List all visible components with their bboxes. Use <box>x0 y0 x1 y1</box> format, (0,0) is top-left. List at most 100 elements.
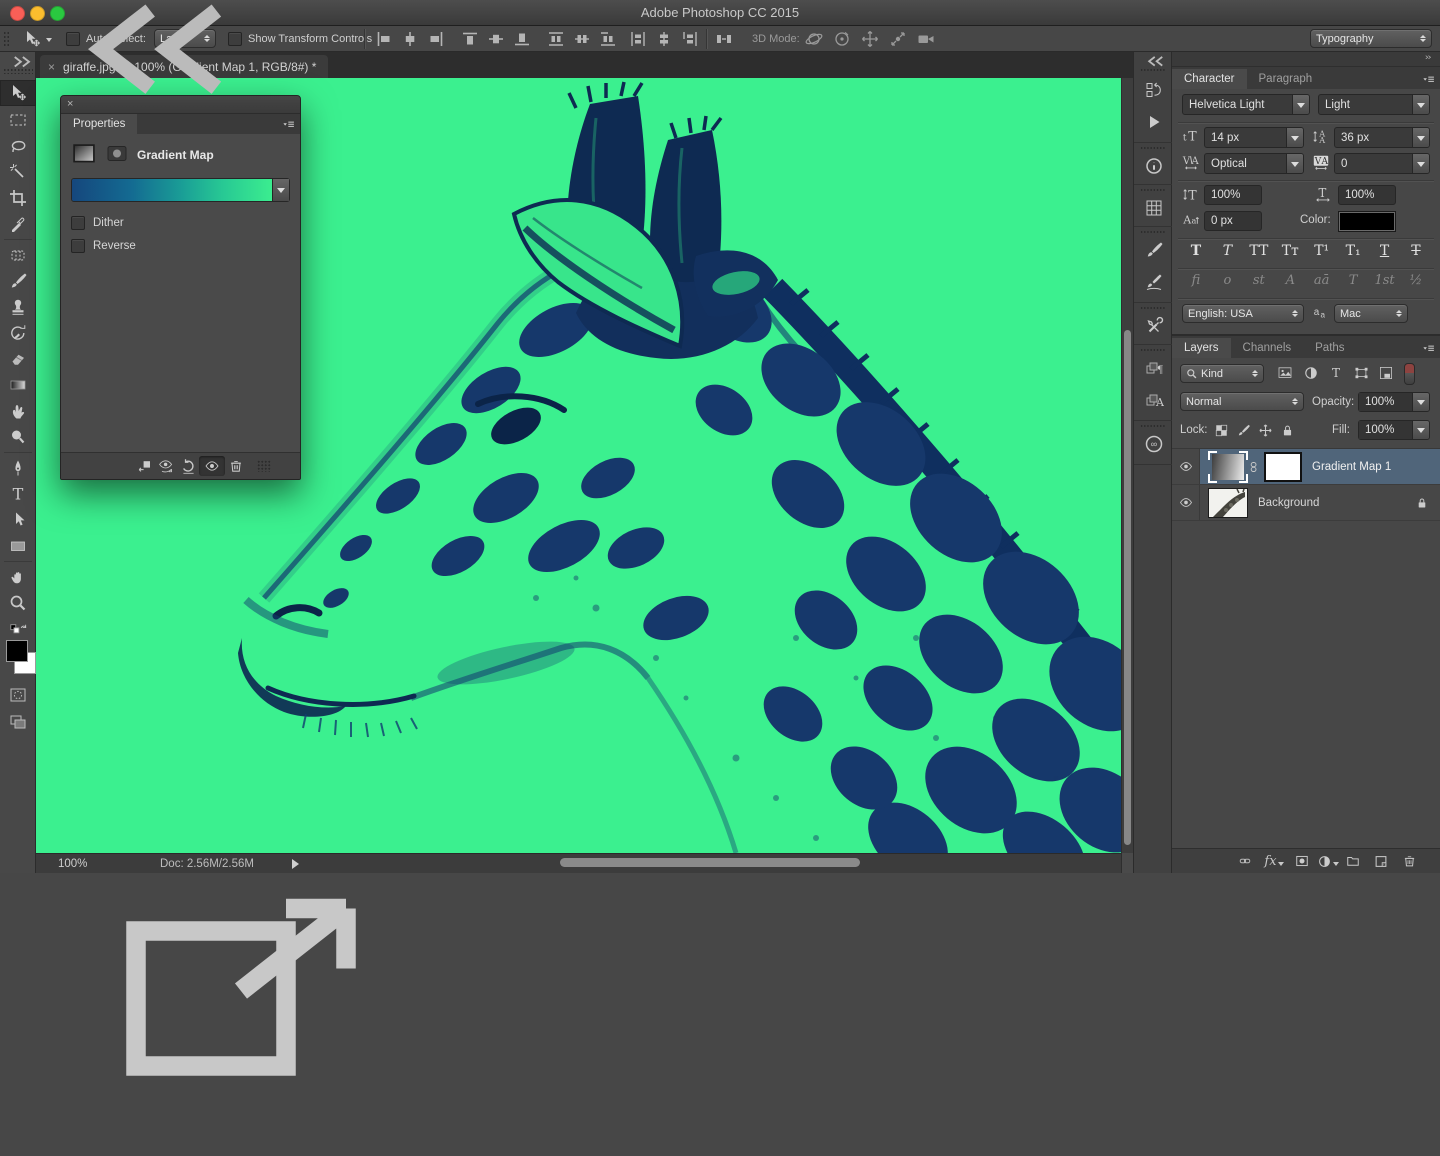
layer-filter-dropdown[interactable]: Kind <box>1180 364 1264 383</box>
dock-grip[interactable] <box>1140 188 1166 193</box>
tab-channels[interactable]: Channels <box>1231 338 1304 358</box>
tool-preset-caret-icon[interactable] <box>46 38 52 45</box>
close-document-icon[interactable]: × <box>48 60 55 74</box>
dither-checkbox[interactable] <box>71 216 85 230</box>
discretionary-ligatures-button[interactable]: st <box>1247 273 1271 288</box>
dodge-tool[interactable] <box>0 424 36 450</box>
layer-mask-thumbnail[interactable] <box>1264 452 1302 482</box>
filter-adjustment-icon[interactable] <box>1300 364 1322 382</box>
screen-mode-button[interactable] <box>0 709 36 735</box>
export-status-icon[interactable] <box>106 856 406 1156</box>
type-tool[interactable]: T <box>0 481 36 507</box>
vertical-scrollbar[interactable] <box>1121 78 1133 853</box>
path-select-tool[interactable] <box>0 507 36 533</box>
clone-stamp-tool[interactable] <box>0 294 36 320</box>
subscript-button[interactable]: T₁ <box>1341 243 1365 259</box>
layer-row-background[interactable]: Background <box>1172 485 1440 521</box>
vertical-scrollbar-thumb[interactable] <box>1124 330 1131 845</box>
text-color-swatch[interactable] <box>1338 211 1396 232</box>
tool-presets-icon[interactable] <box>1141 312 1166 340</box>
distribute-spacing-button[interactable] <box>712 28 736 50</box>
healing-tool[interactable] <box>0 242 36 268</box>
info-icon[interactable] <box>1141 152 1166 180</box>
align-horizontal-centers-button[interactable] <box>398 28 422 50</box>
layer-row-gradient-map[interactable]: Gradient Map 1 <box>1172 449 1440 485</box>
vertical-scale-field[interactable]: 100% <box>1204 185 1262 205</box>
distribute-bottom-edges-button[interactable] <box>596 28 620 50</box>
resize-grip[interactable] <box>257 460 271 472</box>
antialias-dropdown[interactable]: Mac <box>1334 304 1408 323</box>
ordinals-button[interactable]: 1st <box>1373 273 1397 288</box>
layer-name[interactable]: Background <box>1258 497 1319 509</box>
font-family-dropdown[interactable]: Helvetica Light <box>1182 94 1310 115</box>
adjustment-layer-icon[interactable] <box>1317 851 1339 871</box>
properties-panel-header[interactable]: × <box>61 96 300 114</box>
blend-mode-dropdown[interactable]: Normal <box>1180 392 1304 411</box>
distribute-left-edges-button[interactable] <box>626 28 650 50</box>
quick-mask-button[interactable] <box>0 682 36 708</box>
distribute-right-edges-button[interactable] <box>678 28 702 50</box>
layer-style-icon[interactable]: fx <box>1263 851 1285 871</box>
small-caps-button[interactable]: Tᴛ <box>1278 243 1302 259</box>
lock-transparency-icon[interactable] <box>1210 421 1232 439</box>
zoom-level[interactable]: 100% <box>58 858 87 870</box>
history-brush-tool[interactable] <box>0 320 36 346</box>
language-dropdown[interactable]: English: USA <box>1182 304 1304 323</box>
collapse-dock-icon[interactable] <box>1420 55 1436 64</box>
lock-paint-icon[interactable] <box>1232 421 1254 439</box>
eraser-tool[interactable] <box>0 346 36 372</box>
dock-grip[interactable] <box>1140 424 1166 429</box>
workspace-dropdown[interactable]: Typography <box>1310 29 1432 48</box>
layer-mask-icon[interactable] <box>1291 851 1313 871</box>
tab-properties[interactable]: Properties <box>61 114 137 134</box>
brush-presets-icon[interactable] <box>1141 268 1166 296</box>
distribute-top-edges-button[interactable] <box>544 28 568 50</box>
align-left-edges-button[interactable] <box>372 28 396 50</box>
baseline-shift-field[interactable]: 0 px <box>1204 211 1262 231</box>
slide-3d-icon[interactable] <box>886 28 910 50</box>
distribute-vertical-centers-button[interactable] <box>570 28 594 50</box>
tracking-dropdown[interactable]: 0 <box>1334 153 1430 174</box>
layer-visibility-toggle[interactable] <box>1172 485 1200 520</box>
dock-grip[interactable] <box>1140 68 1166 73</box>
lasso-tool[interactable] <box>0 133 36 159</box>
tab-paths[interactable]: Paths <box>1303 338 1356 358</box>
rotate-3d-icon[interactable] <box>802 28 826 50</box>
hand-tool[interactable] <box>0 564 36 590</box>
marquee-tool[interactable] <box>0 107 36 133</box>
dock-grip[interactable] <box>1140 230 1166 235</box>
link-layers-icon[interactable] <box>1234 851 1256 871</box>
titling-alternates-button[interactable]: T <box>1341 273 1365 288</box>
mask-link-icon[interactable] <box>1250 458 1262 476</box>
distribute-horizontal-centers-button[interactable] <box>652 28 676 50</box>
layer-group-icon[interactable] <box>1342 851 1364 871</box>
tab-paragraph[interactable]: Paragraph <box>1247 69 1325 89</box>
faux-italic-button[interactable]: T <box>1215 243 1239 259</box>
character-styles-icon[interactable]: A <box>1141 386 1166 414</box>
histogram-icon[interactable] <box>1141 194 1166 222</box>
gradient-picker[interactable] <box>71 178 290 202</box>
doc-size-status[interactable]: Doc: 2.56M/2.56M <box>160 858 254 870</box>
panel-menu-icon[interactable] <box>278 118 300 134</box>
stylistic-alternates-button[interactable]: aā <box>1310 273 1334 288</box>
zoom-tool[interactable] <box>0 590 36 616</box>
options-bar-grip[interactable] <box>3 31 10 47</box>
dock-grip[interactable] <box>1140 306 1166 311</box>
view-previous-state-icon[interactable] <box>155 456 177 476</box>
paragraph-styles-icon[interactable]: ¶ <box>1141 354 1166 382</box>
ligatures-button[interactable]: fi <box>1184 273 1208 288</box>
lock-all-icon[interactable] <box>1276 421 1298 439</box>
shape-tool[interactable] <box>0 533 36 559</box>
clip-to-layer-icon[interactable] <box>133 456 155 476</box>
dock-grip[interactable] <box>1140 348 1166 353</box>
filter-toggle[interactable] <box>1404 363 1415 385</box>
filter-type-icon[interactable]: T <box>1325 364 1347 382</box>
gradient-dropdown-icon[interactable] <box>272 179 289 201</box>
history-icon[interactable] <box>1141 76 1166 104</box>
filter-image-icon[interactable] <box>1274 364 1296 382</box>
smudge-tool[interactable] <box>0 398 36 424</box>
visibility-eye-icon[interactable] <box>199 456 225 476</box>
foreground-color-swatch[interactable] <box>6 640 28 662</box>
pen-tool[interactable] <box>0 455 36 481</box>
magic-wand-tool[interactable] <box>0 159 36 185</box>
